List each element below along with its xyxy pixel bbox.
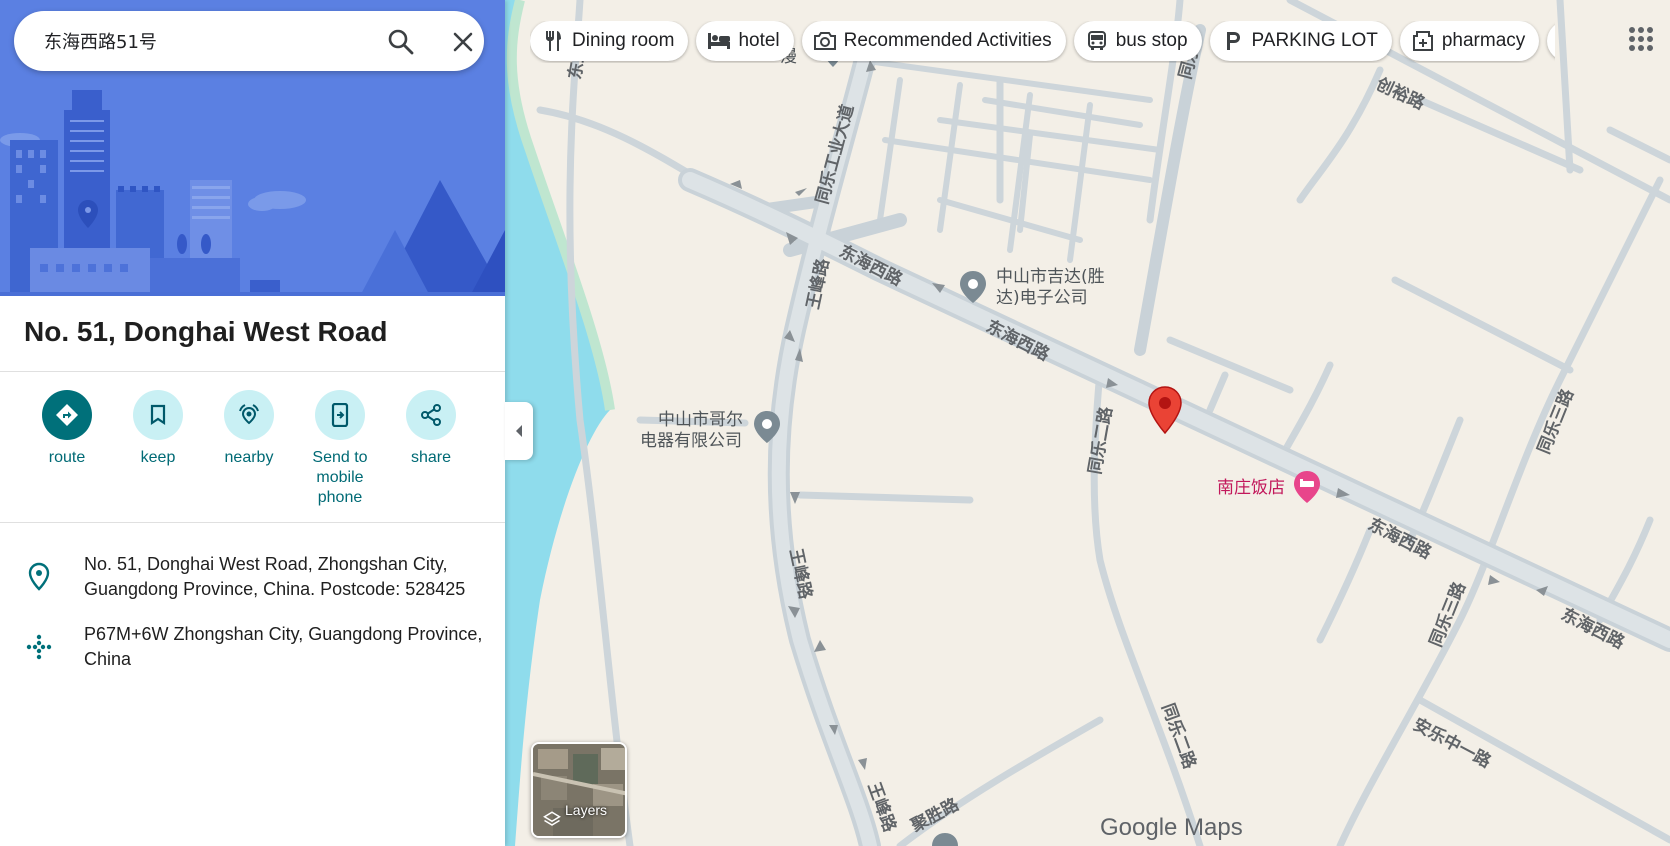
send-to-mobile-label: Send to mobile phone bbox=[312, 449, 368, 506]
nearby-icon bbox=[224, 390, 274, 440]
send-to-mobile-button[interactable]: Send to mobile phone bbox=[294, 390, 386, 508]
chip-recommended-activities[interactable]: Recommended Activities bbox=[801, 21, 1066, 61]
chip-label: bus stop bbox=[1115, 30, 1188, 51]
share-button[interactable]: share bbox=[385, 390, 477, 468]
plus-code-icon bbox=[26, 634, 52, 665]
search-box bbox=[14, 11, 484, 71]
layers-label: Layers bbox=[565, 802, 608, 818]
chip-parking-lot[interactable]: PARKING LOT bbox=[1209, 21, 1392, 61]
bookmark-icon bbox=[133, 390, 183, 440]
bus-icon bbox=[1086, 30, 1108, 52]
chip-dining-room[interactable]: Dining room bbox=[530, 21, 689, 61]
send-to-phone-icon bbox=[315, 390, 365, 440]
layers-button[interactable]: Layers bbox=[531, 742, 627, 838]
divider bbox=[0, 371, 505, 372]
chip-pharmacy[interactable]: pharmacy bbox=[1399, 21, 1540, 61]
chip-label: PARKING LOT bbox=[1251, 30, 1378, 51]
chip-atm[interactable]: ATM A bbox=[1547, 21, 1555, 61]
search-input[interactable] bbox=[44, 28, 344, 54]
google-maps-logo: Google Maps bbox=[1100, 814, 1243, 841]
chevron-left-icon bbox=[516, 425, 522, 437]
parking-icon bbox=[1222, 30, 1244, 52]
place-panel: No. 51, Donghai West Road route keep nea… bbox=[0, 0, 505, 846]
camera-icon bbox=[813, 30, 836, 52]
share-icon bbox=[406, 390, 456, 440]
hotel-icon bbox=[708, 30, 731, 52]
poi-label-geer-1: 中山市哥尔 bbox=[658, 410, 743, 430]
search-button[interactable] bbox=[384, 25, 418, 59]
chip-hotel[interactable]: hotel bbox=[696, 21, 794, 61]
apps-grid-button[interactable] bbox=[1624, 22, 1658, 56]
nearby-label: nearby bbox=[224, 449, 274, 466]
place-title: No. 51, Donghai West Road bbox=[24, 316, 388, 347]
poi-label-geer-2: 电器有限公司 bbox=[640, 431, 742, 451]
plus-code-text: P67M+6W Zhongshan City, Guangdong Provin… bbox=[84, 624, 483, 669]
chip-label: pharmacy bbox=[1441, 30, 1526, 51]
route-label: route bbox=[48, 449, 86, 466]
poi-label-jida-2: 达)电子公司 bbox=[996, 288, 1088, 308]
search-icon bbox=[388, 29, 414, 55]
address-text: No. 51, Donghai West Road, Zhongshan Cit… bbox=[84, 554, 466, 599]
chip-label: Recommended Activities bbox=[843, 30, 1052, 51]
route-button[interactable]: route bbox=[21, 390, 113, 468]
keep-label: keep bbox=[140, 449, 176, 466]
chip-label: hotel bbox=[738, 30, 780, 51]
poi-label-jida-1: 中山市吉达(胜 bbox=[996, 267, 1105, 287]
clear-search-button[interactable] bbox=[446, 25, 480, 59]
close-icon bbox=[453, 32, 473, 52]
directions-icon bbox=[42, 390, 92, 440]
nearby-button[interactable]: nearby bbox=[203, 390, 295, 468]
chip-label: Dining room bbox=[572, 30, 675, 51]
share-label: share bbox=[410, 449, 452, 466]
collapse-panel-button[interactable] bbox=[505, 402, 533, 460]
restaurant-icon bbox=[542, 30, 564, 52]
keep-button[interactable]: keep bbox=[112, 390, 204, 468]
poi-label-nanzhuang: 南庄饭店 bbox=[1217, 478, 1285, 498]
pharmacy-icon bbox=[1412, 30, 1434, 52]
apps-grid-icon bbox=[1629, 27, 1653, 51]
location-pin-icon bbox=[26, 562, 52, 597]
divider bbox=[0, 522, 505, 523]
category-chips: Dining room hotel Recommended Activities… bbox=[530, 21, 1555, 63]
chip-bus-stop[interactable]: bus stop bbox=[1073, 21, 1202, 61]
